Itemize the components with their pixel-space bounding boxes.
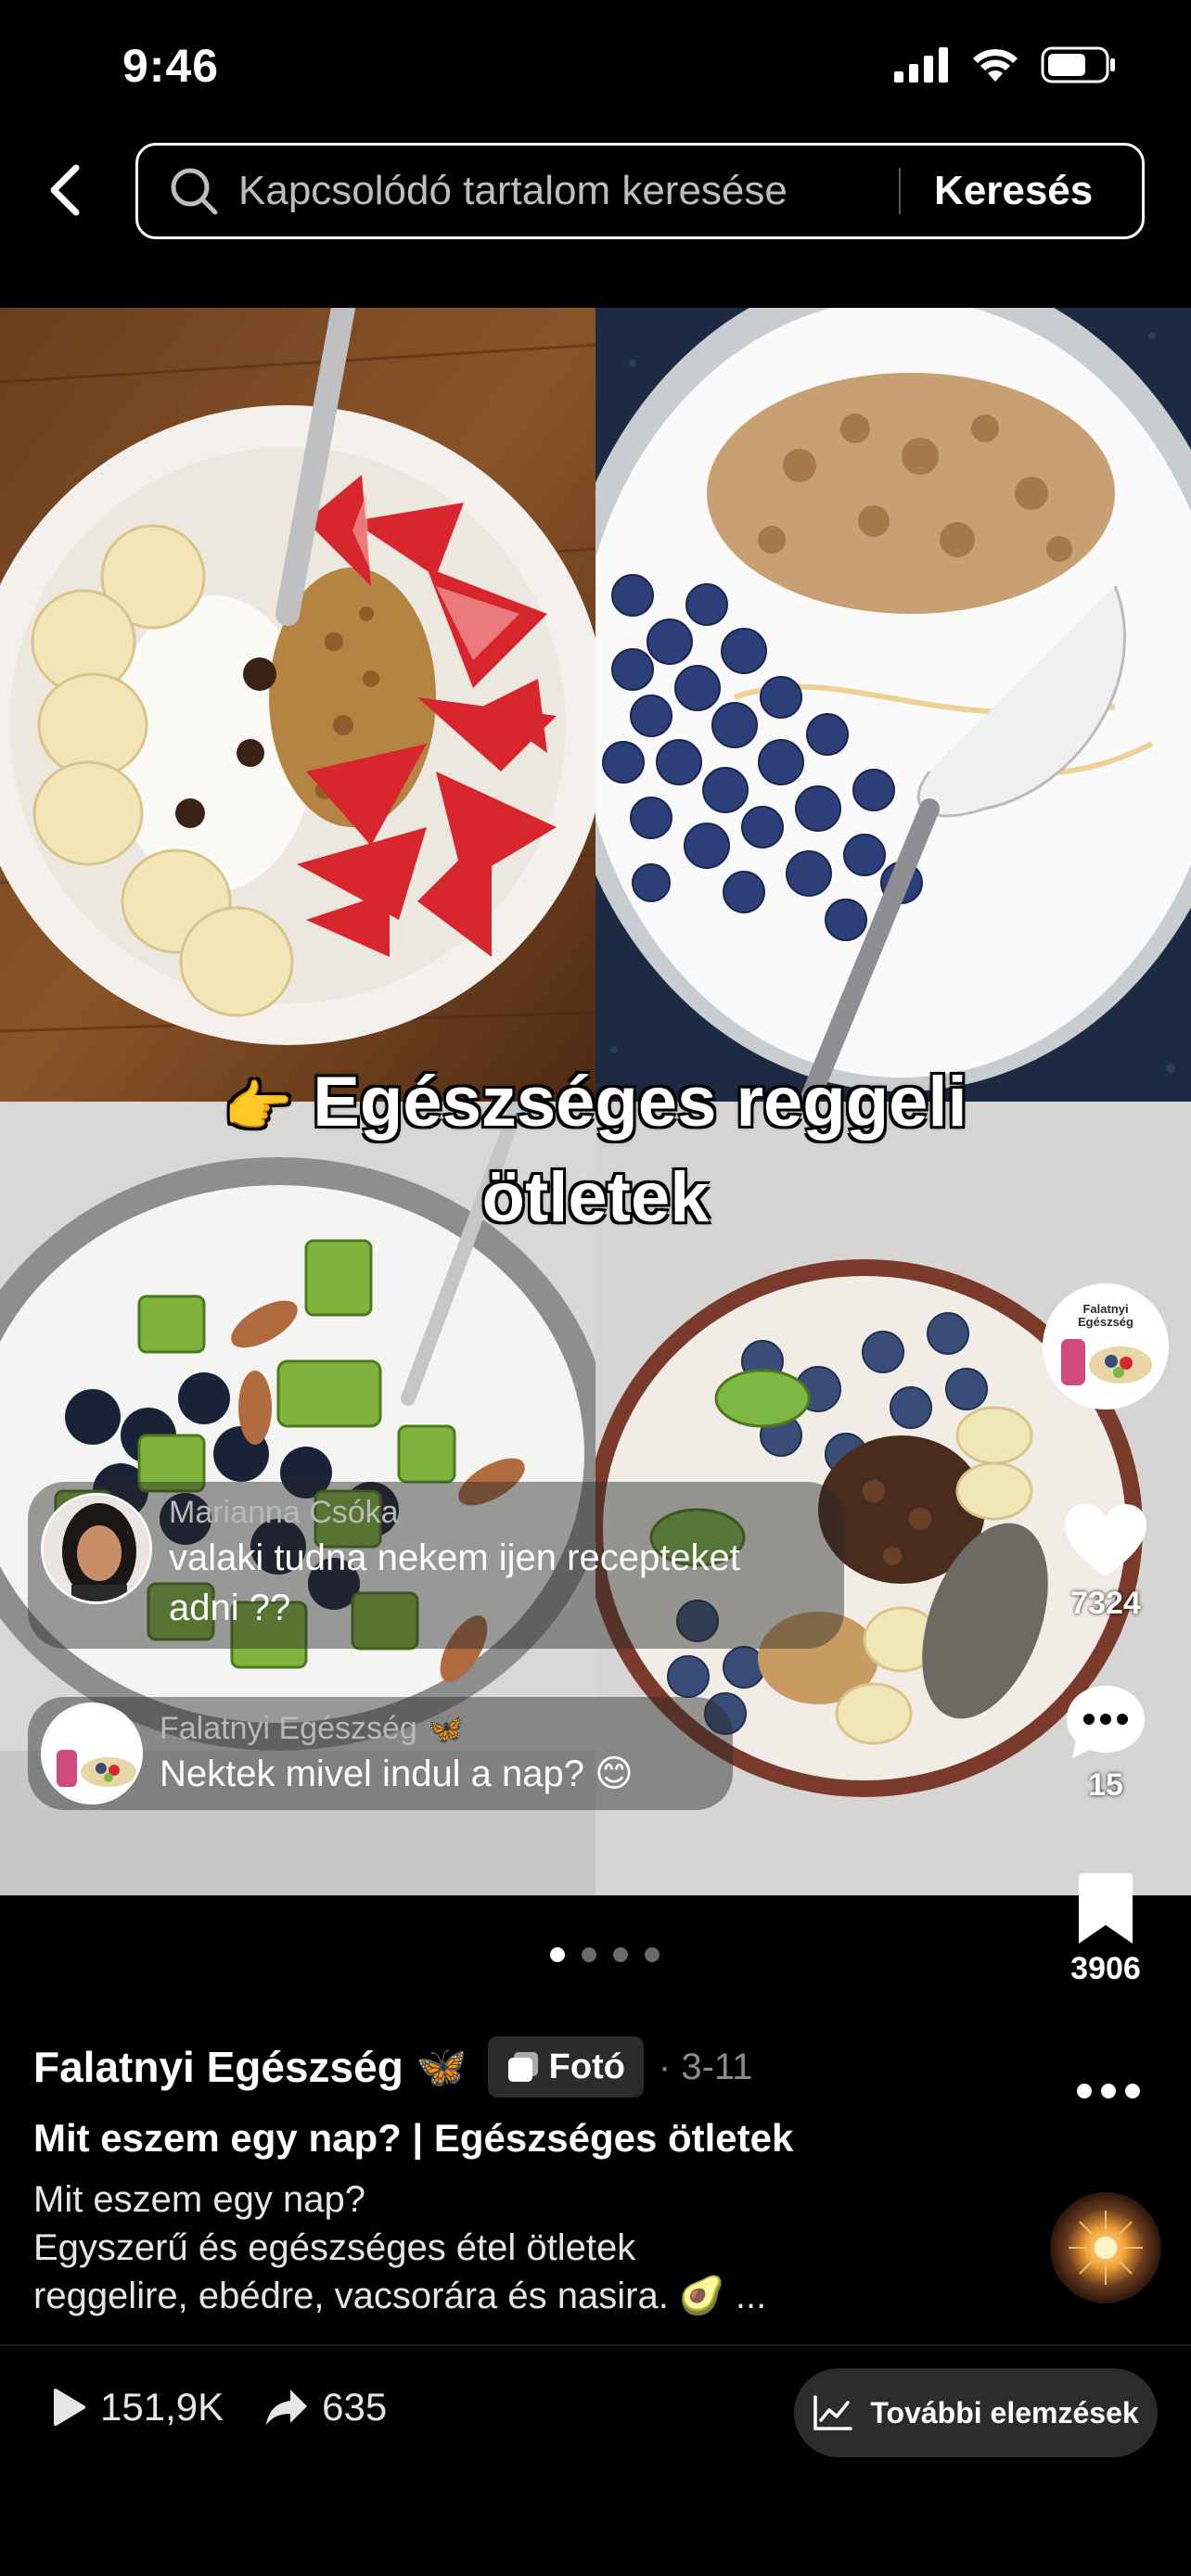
- pointing-hand-icon: 👉: [224, 1076, 294, 1138]
- photo-icon: [507, 2052, 538, 2082]
- chart-icon: [813, 2395, 853, 2430]
- post-description-line-3: reggelire, ebédre, vacsorára és nasira. …: [33, 2276, 767, 2316]
- more-dot-icon: [1077, 2084, 1092, 2098]
- comment-text-line-1: Nektek mivel indul a nap? 😊: [160, 1753, 634, 1794]
- pagination-dot[interactable]: [645, 1947, 660, 1962]
- battery-icon: [1041, 46, 1115, 83]
- post-description[interactable]: Mit eszem egy nap? Egyszerű és egészsége…: [33, 2175, 1017, 2320]
- status-bar: 9:46: [0, 0, 1191, 139]
- status-icons: [894, 46, 1117, 83]
- photo-collage[interactable]: 👉 Egészséges reggeli ötletek: [0, 308, 1191, 1895]
- cellular-signal-icon: [894, 47, 948, 83]
- like-button[interactable]: 7324: [1043, 1502, 1169, 1622]
- post-description-line-1: Mit eszem egy nap?: [33, 2179, 365, 2220]
- play-icon: [54, 2389, 85, 2426]
- post-author-row: Falatnyi Egészség 🦋 Fotó · 3-11: [33, 2036, 752, 2098]
- photo-banana-strawberry-bowl: [0, 308, 596, 1102]
- avatar[interactable]: [41, 1702, 143, 1804]
- views-count: 151,9K: [100, 2385, 224, 2429]
- butterfly-icon: 🦋: [416, 2045, 467, 2090]
- comment-icon: [1067, 1686, 1145, 1758]
- post-type-label: Fotó: [548, 2047, 625, 2086]
- post-author-name[interactable]: Falatnyi Egészség: [33, 2042, 403, 2092]
- overlay-title-line-2: ötletek: [481, 1158, 710, 1237]
- bookmark-icon: [1079, 1873, 1133, 1944]
- comment-author: Marianna Csóka: [169, 1495, 399, 1530]
- heart-icon: [1065, 1504, 1146, 1576]
- comment-bubble[interactable]: Falatnyi Egészség 🦋 Nektek mivel indul a…: [28, 1697, 733, 1810]
- pagination-dot-active[interactable]: [550, 1947, 565, 1962]
- more-analytics-label: További elemzések: [870, 2395, 1139, 2429]
- overlay-title-line-1: Egészséges reggeli: [313, 1063, 967, 1141]
- comment-text-line-1: valaki tudna nekem ijen recepteket: [169, 1537, 740, 1578]
- avatar[interactable]: [41, 1493, 152, 1604]
- shares-stat: 635: [264, 2385, 387, 2429]
- stats-row: 151,9K 635: [50, 2385, 428, 2429]
- photo-overlay-title: 👉 Egészséges reggeli ötletek: [0, 1057, 1191, 1243]
- search-submit-button[interactable]: Keresés: [934, 168, 1093, 214]
- comment-text-line-2: adni ??: [169, 1588, 291, 1628]
- carousel-pagination: [0, 1947, 1191, 1962]
- post-type-badge: Fotó: [487, 2036, 644, 2098]
- comment-count: 15: [1088, 1767, 1123, 1803]
- comment-bubble[interactable]: Marianna Csóka valaki tudna nekem ijen r…: [28, 1482, 844, 1649]
- creator-badge-line-1: Falatnyi: [1082, 1302, 1128, 1316]
- post-description-line-2: Egyszerű és egészséges étel ötletek: [33, 2227, 636, 2268]
- status-time: 9:46: [122, 40, 220, 92]
- search-icon: [171, 168, 218, 215]
- creator-avatar[interactable]: Falatnyi Egészség: [1043, 1283, 1169, 1409]
- search-bar[interactable]: Kapcsolódó tartalom keresése Keresés: [135, 143, 1145, 239]
- post-date: · 3-11: [658, 2046, 753, 2087]
- more-analytics-button[interactable]: További elemzések: [794, 2368, 1158, 2457]
- shares-count: 635: [322, 2385, 388, 2429]
- bottom-divider: [0, 2344, 1191, 2346]
- like-count: 7324: [1070, 1586, 1141, 1621]
- photo-blueberry-walnut-bowl: [596, 308, 1191, 1102]
- back-button[interactable]: [37, 158, 93, 223]
- comment-author: Falatnyi Egészség 🦋: [160, 1711, 466, 1746]
- views-stat: 151,9K: [50, 2385, 224, 2429]
- pagination-dot[interactable]: [582, 1947, 596, 1962]
- search-divider: [899, 168, 901, 214]
- more-dot-icon: [1101, 2084, 1116, 2098]
- more-options-button[interactable]: [1067, 2068, 1150, 2114]
- share-arrow-icon: [266, 2390, 308, 2425]
- comment-button[interactable]: 15: [1043, 1682, 1169, 1804]
- chevron-left-icon: [50, 164, 80, 216]
- save-button[interactable]: 3906: [1043, 1871, 1169, 1987]
- pagination-dot[interactable]: [613, 1947, 628, 1962]
- creator-badge-line-2: Egészség: [1078, 1315, 1133, 1329]
- post-title: Mit eszem egy nap? | Egészséges ötletek: [33, 2116, 794, 2160]
- more-dot-icon: [1125, 2084, 1140, 2098]
- search-input[interactable]: Kapcsolódó tartalom keresése: [238, 168, 888, 214]
- wifi-icon: [973, 49, 1018, 82]
- sound-avatar[interactable]: [1050, 2192, 1161, 2303]
